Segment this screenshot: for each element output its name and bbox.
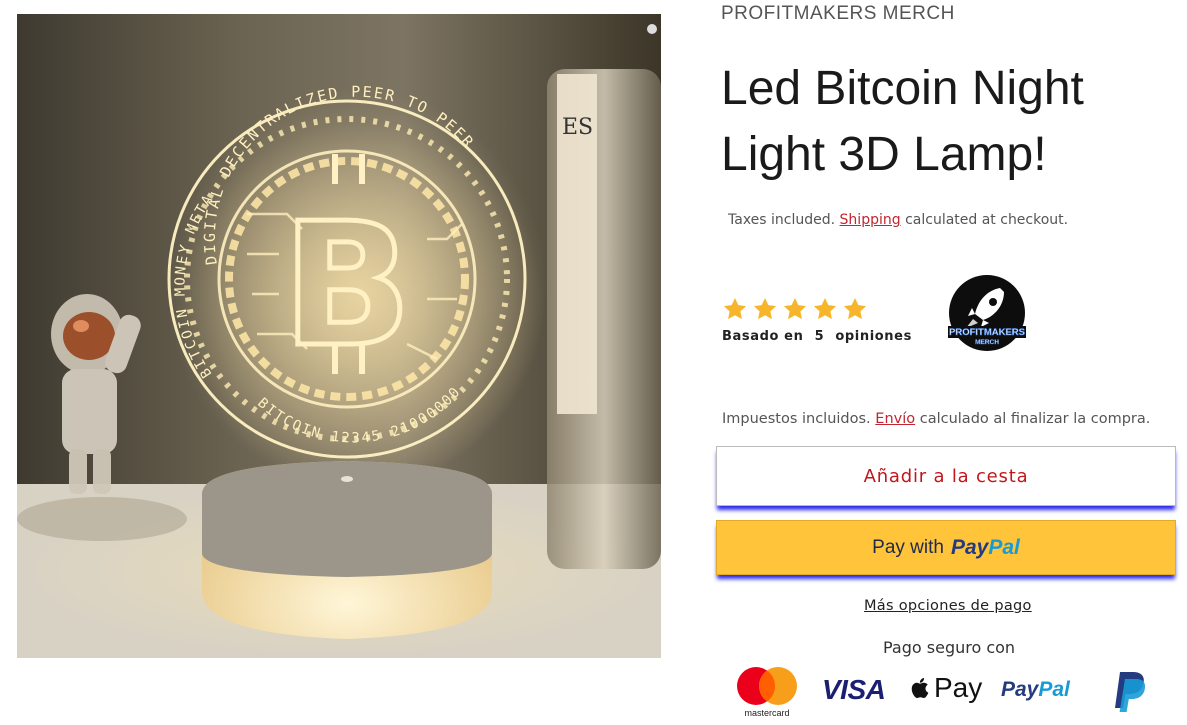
apple-icon	[911, 678, 929, 699]
paypal-checkout-button[interactable]: Pay with PayPal	[716, 520, 1176, 575]
tax-note-en-suffix: calculated at checkout.	[905, 212, 1069, 228]
paypal-wordmark-pay: Pay	[950, 535, 989, 559]
product-title: Led Bitcoin Night Light 3D Lamp!	[721, 62, 1084, 181]
paypal-logo-pal: Pal	[1038, 678, 1070, 701]
add-to-cart-button[interactable]: Añadir a la cesta	[716, 446, 1176, 506]
star-icon	[783, 297, 807, 320]
star-icon	[753, 297, 777, 320]
vendor-name[interactable]: PROFITMAKERS MERCH	[721, 3, 955, 25]
tax-note-es: Impuestos incluidos. Envío calculado al …	[722, 411, 1150, 427]
profitmakers-logo[interactable]: PROFITMAKERS MERCH	[948, 274, 1026, 352]
apple-pay-icon: Pay	[910, 672, 982, 704]
astronaut-figure	[17, 294, 187, 541]
tax-note-en-text: Taxes included.	[728, 212, 836, 228]
paypal-wordmark: PayPal	[951, 536, 1020, 560]
payment-methods: mastercard VISA Pay PayPal	[730, 664, 1160, 722]
review-count-prefix: Basado en	[722, 329, 804, 344]
review-count-suffix: opiniones	[835, 329, 912, 344]
more-payment-options-link[interactable]: Más opciones de pago	[864, 598, 1032, 614]
image-corner-dot	[647, 24, 657, 34]
mastercard-label: mastercard	[744, 708, 790, 718]
logo-text-line2: MERCH	[975, 339, 999, 346]
tax-note-en: Taxes included. Shipping calculated at c…	[728, 212, 1068, 228]
paypal-logo-pay: Pay	[1001, 678, 1039, 701]
star-icon	[723, 297, 747, 320]
bitcoin-lamp-photo: ES B DIGITAL DECENTRALIZED PEER TO PEER …	[17, 14, 661, 658]
logo-text-line1: PROFITMAKERS	[949, 327, 1025, 338]
rating-stars[interactable]	[722, 296, 868, 322]
review-count[interactable]: Basado en 5 opiniones	[722, 329, 918, 344]
secure-payment-label: Pago seguro con	[883, 638, 1016, 657]
shipping-link[interactable]: Shipping	[840, 212, 901, 228]
paypal-logo-text: PayPal	[1001, 678, 1070, 702]
tax-note-es-suffix: calculado al finalizar la compra.	[919, 411, 1151, 427]
visa-icon: VISA	[822, 674, 886, 705]
bitcoin-symbol: B	[282, 187, 412, 385]
star-icon	[813, 297, 837, 320]
paypal-mark-icon	[1115, 672, 1146, 712]
star-icon	[843, 297, 867, 320]
envio-link[interactable]: Envío	[875, 411, 915, 427]
tax-note-es-text: Impuestos incluidos.	[722, 411, 871, 427]
paypal-button-label: Pay with	[872, 536, 944, 558]
apple-pay-word: Pay	[934, 672, 983, 703]
svg-text:ES: ES	[562, 115, 593, 140]
review-count-number: 5	[814, 329, 825, 344]
product-image[interactable]: ES B DIGITAL DECENTRALIZED PEER TO PEER …	[17, 14, 661, 658]
paypal-wordmark-pal: Pal	[988, 535, 1020, 559]
